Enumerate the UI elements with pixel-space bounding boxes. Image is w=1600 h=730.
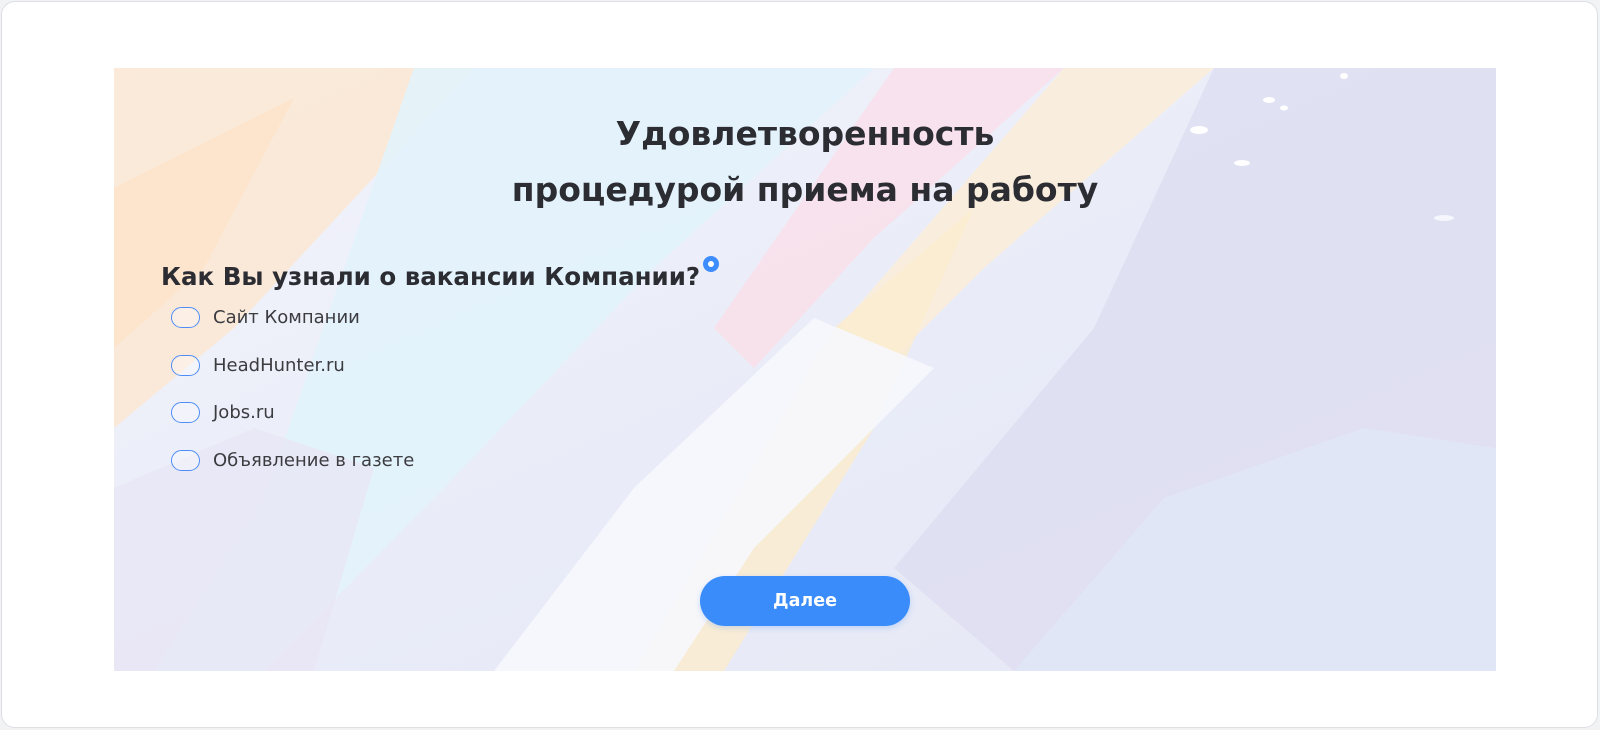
survey-title: Удовлетворенность процедурой приема на р… [114,106,1496,218]
option-jobs[interactable]: Jobs.ru [171,402,414,450]
required-dot-icon [703,256,720,272]
survey-title-line2: процедурой приема на работу [511,170,1099,209]
option-label: Jobs.ru [213,402,275,423]
option-newspaper[interactable]: Объявление в газете [171,449,415,498]
question-heading: Как Вы узнали о вакансии Компании? [161,256,720,294]
option-label: HeadHunter.ru [213,354,345,376]
option-headhunter[interactable]: HeadHunter.ru [171,354,414,403]
option-label: Объявление в газете [213,449,415,471]
answer-options: Сайт Компании HeadHunter.ru Jobs.ru Объя… [171,307,414,497]
question-text: Как Вы узнали о вакансии Компании? [161,262,701,291]
radio-button[interactable] [171,449,200,471]
radio-button[interactable] [171,354,200,376]
option-label: Сайт Компании [213,307,360,328]
option-company-site[interactable]: Сайт Компании [171,307,414,355]
radio-button[interactable] [171,307,200,328]
next-button[interactable]: Далее [700,576,910,626]
window-frame: Удовлетворенность процедурой приема на р… [1,1,1598,728]
radio-button[interactable] [171,402,200,423]
survey-card: Удовлетворенность процедурой приема на р… [114,68,1496,671]
survey-title-line1: Удовлетворенность [615,114,995,153]
